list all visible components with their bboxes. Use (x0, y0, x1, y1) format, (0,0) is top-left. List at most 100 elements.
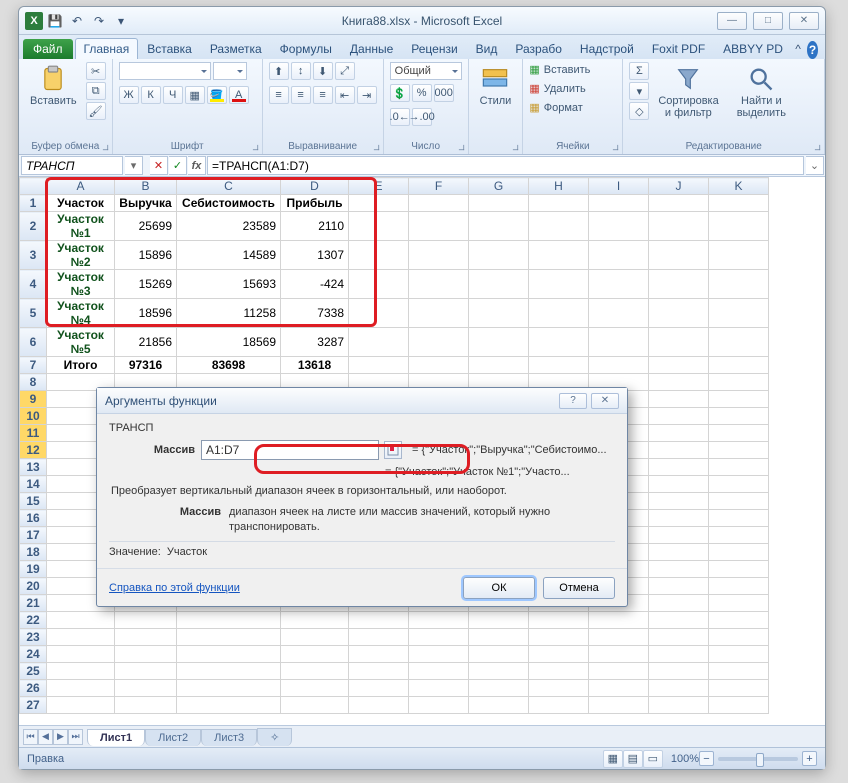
empty-cell[interactable] (709, 195, 769, 212)
empty-cell[interactable] (281, 680, 349, 697)
empty-cell[interactable] (709, 299, 769, 328)
empty-cell[interactable] (649, 612, 709, 629)
empty-cell[interactable] (349, 357, 409, 374)
align-top-icon[interactable]: ⬆ (269, 62, 289, 80)
empty-cell[interactable] (649, 442, 709, 459)
col-header-G[interactable]: G (469, 178, 529, 195)
data-cell[interactable]: 25699 (115, 212, 177, 241)
tab-view[interactable]: Вид (467, 38, 507, 59)
empty-cell[interactable] (469, 328, 529, 357)
total-cell[interactable]: 97316 (115, 357, 177, 374)
empty-cell[interactable] (649, 270, 709, 299)
row-header-8[interactable]: 8 (20, 374, 47, 391)
empty-cell[interactable] (349, 680, 409, 697)
help-link[interactable]: Справка по этой функции (109, 582, 240, 594)
empty-cell[interactable] (529, 241, 589, 270)
empty-cell[interactable] (709, 374, 769, 391)
row-header-13[interactable]: 13 (20, 459, 47, 476)
empty-cell[interactable] (649, 357, 709, 374)
clear-icon[interactable]: ◇ (629, 102, 649, 120)
dialog-close-icon[interactable]: ✕ (591, 393, 619, 409)
empty-cell[interactable] (469, 629, 529, 646)
empty-cell[interactable] (349, 612, 409, 629)
empty-cell[interactable] (115, 697, 177, 714)
row-header-6[interactable]: 6 (20, 328, 47, 357)
empty-cell[interactable] (469, 680, 529, 697)
empty-cell[interactable] (649, 374, 709, 391)
data-cell[interactable]: 18596 (115, 299, 177, 328)
col-header-E[interactable]: E (349, 178, 409, 195)
empty-cell[interactable] (409, 195, 469, 212)
empty-cell[interactable] (47, 663, 115, 680)
data-cell[interactable]: 7338 (281, 299, 349, 328)
enter-formula-button[interactable]: ✓ (169, 156, 187, 175)
comma-icon[interactable]: 000 (434, 84, 454, 102)
cancel-button[interactable]: Отмена (543, 577, 615, 599)
empty-cell[interactable] (589, 328, 649, 357)
tab-addins[interactable]: Надстрой (571, 38, 643, 59)
empty-cell[interactable] (709, 561, 769, 578)
data-cell[interactable]: 3287 (281, 328, 349, 357)
insert-cells-button[interactable]: ▦Вставить (529, 62, 590, 77)
view-pagebreak-icon[interactable]: ▭ (643, 750, 663, 768)
sheet-nav[interactable]: ⏮◀▶⏭ (23, 729, 83, 745)
empty-cell[interactable] (177, 680, 281, 697)
format-painter-icon[interactable]: 🖌 (86, 102, 106, 120)
ribbon-minimize-icon[interactable]: ^ (792, 39, 804, 59)
empty-cell[interactable] (649, 527, 709, 544)
empty-cell[interactable] (709, 680, 769, 697)
empty-cell[interactable] (649, 544, 709, 561)
decrease-decimal-icon[interactable]: .0← (390, 108, 410, 126)
empty-cell[interactable] (529, 357, 589, 374)
cancel-formula-button[interactable]: ✕ (150, 156, 168, 175)
data-cell[interactable]: 1307 (281, 241, 349, 270)
empty-cell[interactable] (281, 663, 349, 680)
namebox-dropdown-icon[interactable]: ▾ (125, 156, 143, 175)
empty-cell[interactable] (409, 299, 469, 328)
empty-cell[interactable] (649, 646, 709, 663)
row-header-18[interactable]: 18 (20, 544, 47, 561)
row-header-10[interactable]: 10 (20, 408, 47, 425)
empty-cell[interactable] (409, 270, 469, 299)
empty-cell[interactable] (589, 270, 649, 299)
empty-cell[interactable] (409, 612, 469, 629)
empty-cell[interactable] (47, 697, 115, 714)
row-header-3[interactable]: 3 (20, 241, 47, 270)
row-header-12[interactable]: 12 (20, 442, 47, 459)
row-label[interactable]: Участок №2 (47, 241, 115, 270)
fill-icon[interactable]: ▾ (629, 82, 649, 100)
zoom-out-button[interactable]: − (699, 751, 714, 766)
fill-color-button[interactable]: 🪣 (207, 86, 227, 104)
empty-cell[interactable] (709, 241, 769, 270)
empty-cell[interactable] (649, 195, 709, 212)
empty-cell[interactable] (409, 212, 469, 241)
qat-customize[interactable]: ▾ (111, 11, 131, 31)
table-header[interactable]: Себистоимость (177, 195, 281, 212)
row-header-7[interactable]: 7 (20, 357, 47, 374)
orientation-icon[interactable]: ⤢ (335, 62, 355, 80)
empty-cell[interactable] (709, 270, 769, 299)
empty-cell[interactable] (349, 212, 409, 241)
col-header-J[interactable]: J (649, 178, 709, 195)
total-cell[interactable]: 83698 (177, 357, 281, 374)
row-header-14[interactable]: 14 (20, 476, 47, 493)
empty-cell[interactable] (409, 629, 469, 646)
empty-cell[interactable] (349, 328, 409, 357)
data-cell[interactable]: 15693 (177, 270, 281, 299)
empty-cell[interactable] (589, 663, 649, 680)
empty-cell[interactable] (589, 646, 649, 663)
empty-cell[interactable] (649, 241, 709, 270)
empty-cell[interactable] (589, 195, 649, 212)
currency-icon[interactable]: 💲 (390, 84, 410, 102)
col-header-F[interactable]: F (409, 178, 469, 195)
empty-cell[interactable] (709, 459, 769, 476)
font-color-button[interactable]: A (229, 86, 249, 104)
empty-cell[interactable] (115, 629, 177, 646)
table-header[interactable]: Выручка (115, 195, 177, 212)
empty-cell[interactable] (409, 241, 469, 270)
dialog-titlebar[interactable]: Аргументы функции ? ✕ (97, 388, 627, 414)
empty-cell[interactable] (529, 299, 589, 328)
empty-cell[interactable] (589, 697, 649, 714)
row-header-16[interactable]: 16 (20, 510, 47, 527)
empty-cell[interactable] (409, 357, 469, 374)
